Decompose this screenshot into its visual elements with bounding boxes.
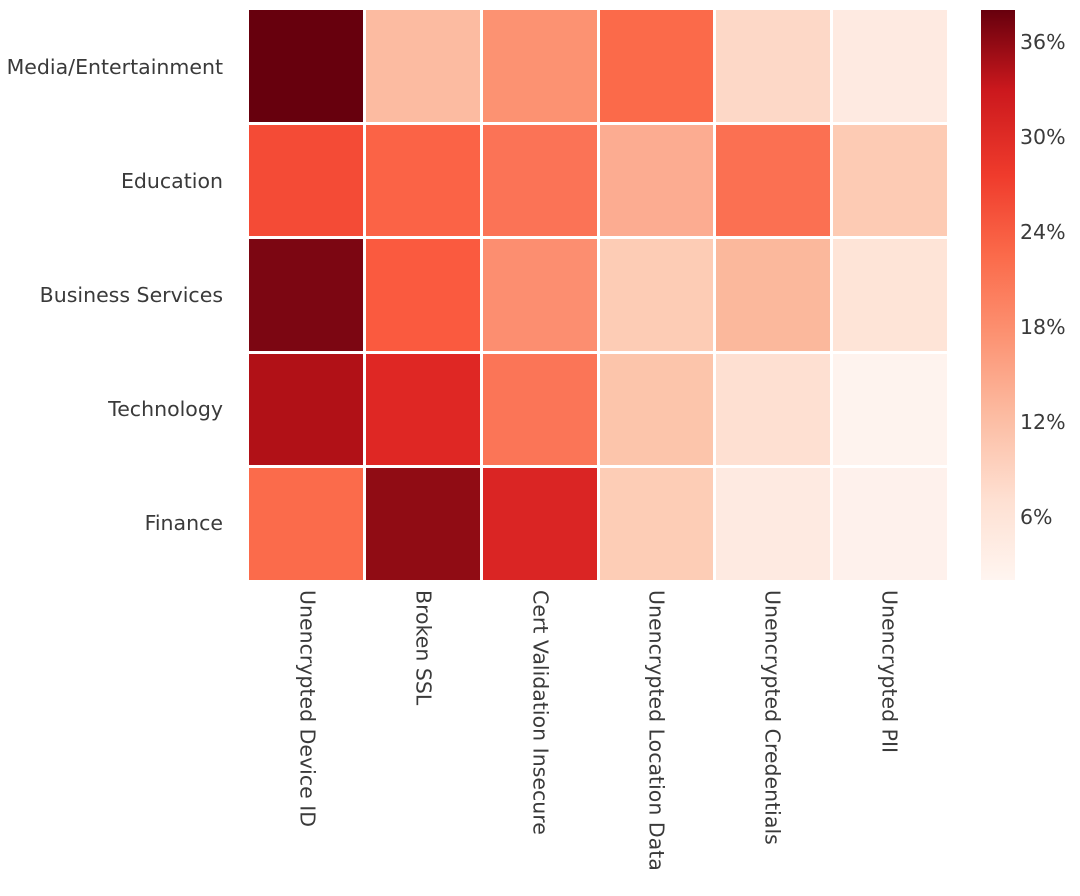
- heatmap-cell: [482, 124, 597, 237]
- heatmap-cell: [249, 239, 363, 351]
- heatmap-cell: [599, 353, 714, 466]
- heatmap-cell: [365, 124, 480, 237]
- heatmap-cell: [365, 353, 480, 466]
- y-tick-label: Technology: [108, 397, 223, 421]
- x-axis-tick-labels: Unencrypted Device ID Broken SSL Cert Va…: [249, 590, 947, 890]
- heatmap-cell: [716, 468, 831, 580]
- heatmap-cell: [833, 239, 947, 351]
- heatmap-cell: [482, 10, 597, 122]
- colorbar-tick-labels: 6% 12% 18% 24% 30% 36%: [1020, 10, 1080, 580]
- heatmap-cell: [716, 10, 831, 122]
- heatmap-cell: [365, 10, 480, 122]
- y-tick-label: Finance: [144, 511, 223, 535]
- colorbar-tick-label: 24%: [1020, 219, 1066, 244]
- heatmap-cell: [833, 353, 947, 466]
- heatmap-cell: [716, 239, 831, 351]
- x-tick-label: Cert Validation Insecure: [528, 590, 553, 835]
- colorbar-tick-label: 12%: [1020, 409, 1066, 434]
- heatmap-figure: Media/Entertainment Education Business S…: [0, 0, 1080, 896]
- heatmap-cell: [365, 468, 480, 580]
- y-tick-label: Education: [120, 169, 223, 193]
- heatmap-cell: [833, 10, 947, 122]
- heatmap-cell: [833, 468, 947, 580]
- x-tick-slot: Cert Validation Insecure: [482, 590, 598, 890]
- heatmap-grid: [249, 10, 947, 580]
- heatmap-cell: [482, 353, 597, 466]
- heatmap-cell: [249, 468, 363, 580]
- heatmap-cell: [249, 124, 363, 237]
- x-tick-slot: Broken SSL: [365, 590, 481, 890]
- heatmap-cell: [716, 124, 831, 237]
- x-tick-slot: Unencrypted Credentials: [714, 590, 830, 890]
- heatmap-cell: [833, 124, 947, 237]
- y-tick-label: Media/Entertainment: [6, 55, 223, 79]
- y-axis-tick-labels: Media/Entertainment Education Business S…: [0, 10, 236, 580]
- colorbar-tick-label: 36%: [1020, 29, 1066, 54]
- heatmap-cell: [249, 353, 363, 466]
- colorbar-tick-label: 30%: [1020, 124, 1066, 149]
- heatmap-cell: [599, 124, 714, 237]
- heatmap-cell: [599, 239, 714, 351]
- colorbar-gradient: [981, 10, 1015, 580]
- colorbar-tick-label: 18%: [1020, 314, 1066, 339]
- colorbar-tick-label: 6%: [1020, 504, 1053, 529]
- heatmap-cell: [249, 10, 363, 122]
- heatmap-cell: [482, 239, 597, 351]
- heatmap-cell: [599, 468, 714, 580]
- y-tick-label: Business Services: [39, 283, 223, 307]
- heatmap-cell: [599, 10, 714, 122]
- x-tick-slot: Unencrypted Location Data: [598, 590, 714, 890]
- colorbar: [981, 10, 1015, 580]
- heatmap-cell: [365, 239, 480, 351]
- x-tick-slot: Unencrypted Device ID: [249, 590, 365, 890]
- heatmap-cell: [482, 468, 597, 580]
- x-tick-label: Unencrypted PII: [877, 590, 902, 754]
- x-tick-slot: Unencrypted PII: [831, 590, 947, 890]
- x-tick-label: Unencrypted Credentials: [760, 590, 785, 845]
- x-tick-label: Unencrypted Device ID: [295, 590, 320, 828]
- x-tick-label: Unencrypted Location Data: [644, 590, 669, 871]
- heatmap-cell: [716, 353, 831, 466]
- x-tick-label: Broken SSL: [411, 590, 436, 706]
